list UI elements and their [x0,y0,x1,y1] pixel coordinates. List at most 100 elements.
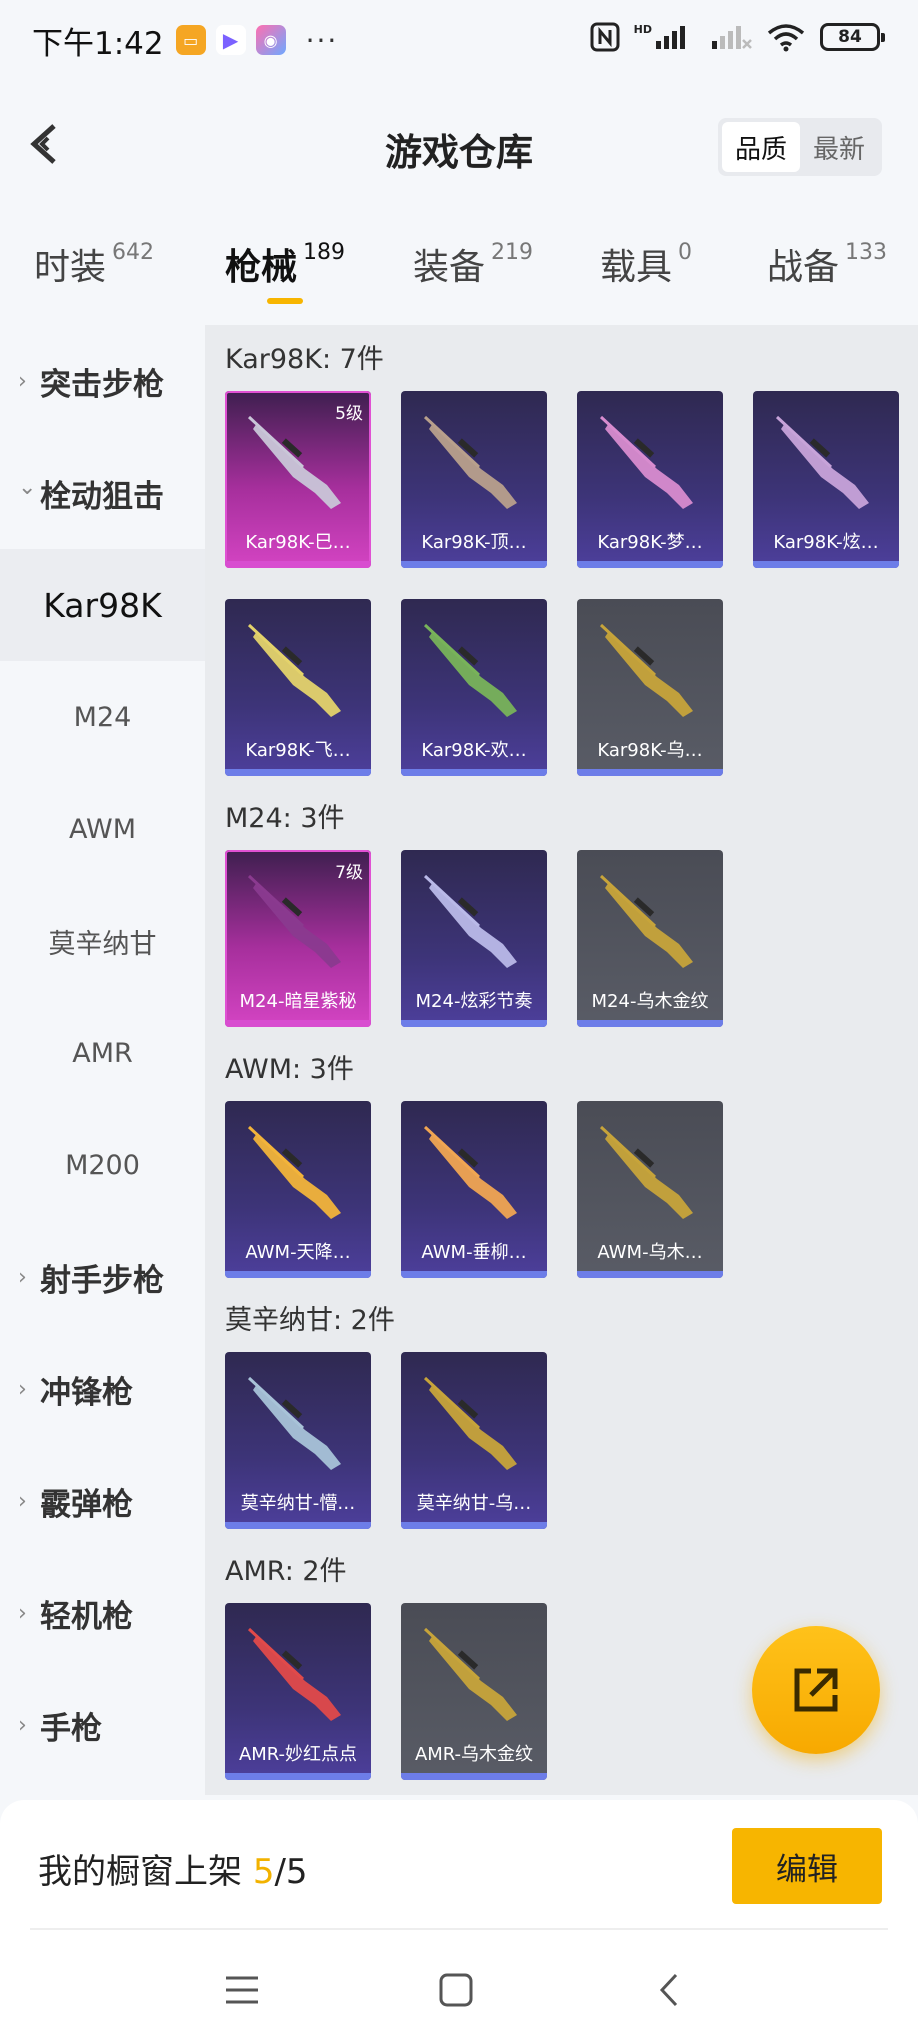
weapon-card[interactable]: 5级 Kar98K-巳… [225,391,371,568]
system-navbar [0,1930,918,2040]
tab-count: 189 [303,240,346,265]
showcase-total: /5 [274,1852,308,1892]
rifle-icon [775,415,869,509]
weapon-type-sidebar: › 突击步枪 ⌄ 栓动狙击 Kar98K M24 AWM 莫辛纳甘 AMR M2… [0,325,205,1795]
tab-count: 219 [491,240,534,265]
tab-vehicles[interactable]: 载具 0 [600,238,692,290]
rifle-icon [599,1125,693,1219]
rarity-bar [401,1773,547,1780]
rifle-icon [423,623,517,717]
sidebar-item-lmg[interactable]: › 轻机枪 [0,1557,205,1669]
weapon-card[interactable]: Kar98K-炫… [753,391,899,568]
weapon-card[interactable]: Kar98K-乌… [577,599,723,776]
group-title: M24: 3件 [225,803,345,834]
rarity-bar [225,1773,371,1780]
rifle-icon [599,415,693,509]
tab-count: 642 [112,240,155,265]
weapon-card[interactable]: M24-乌木金纹 [577,850,723,1027]
tab-label: 装备 [413,247,486,288]
sidebar-item-awm[interactable]: AWM [0,773,205,885]
rarity-bar [401,1522,547,1529]
weapon-card[interactable]: Kar98K-顶… [401,391,547,568]
sort-quality-button[interactable]: 品质 [722,122,800,172]
weapon-card[interactable]: Kar98K-欢… [401,599,547,776]
weapon-name: Kar98K-顶… [421,532,527,553]
sidebar-item-shotgun[interactable]: › 霰弹枪 [0,1445,205,1557]
tab-fashion[interactable]: 时装 642 [34,238,154,290]
sidebar-item-amr[interactable]: AMR [0,997,205,1109]
weapon-card[interactable]: M24-炫彩节奏 [401,850,547,1027]
sort-newest-button[interactable]: 最新 [800,122,878,172]
sidebar-item-kar98k[interactable]: Kar98K [0,549,205,661]
weapon-name: 莫辛纳甘-懵… [240,1493,356,1514]
chevron-right-icon: › [18,1712,27,1738]
menu-icon[interactable] [222,1970,262,2010]
tab-label: 战备 [767,247,840,288]
weapon-name: Kar98K-巳… [245,532,351,553]
hd-network-label: HD [633,22,652,36]
sort-toggle: 品质 最新 [718,118,882,176]
weapon-card[interactable]: AMR-乌木金纹 [401,1603,547,1780]
sidebar-item-label: 轻机枪 [40,1598,133,1635]
game-app-icon: ◉ [255,25,286,55]
battery-level: 84 [838,27,862,47]
sidebar-item-label: 突击步枪 [40,366,164,403]
weapon-name: Kar98K-梦… [597,532,703,553]
rarity-bar [225,769,371,776]
weapon-card[interactable]: AWM-垂柳… [401,1101,547,1278]
weapon-card[interactable]: 7级 M24-暗星紫秘 [225,850,371,1027]
weapon-name: AWM-垂柳… [421,1242,527,1263]
rifle-icon [247,1376,341,1470]
status-time: 下午1:42 [32,25,164,62]
battery-icon: 84 [820,23,885,51]
weapon-card[interactable]: AMR-妙红点点 [225,1603,371,1780]
rifle-icon [423,1627,517,1721]
chevron-down-icon: ⌄ [18,474,37,500]
sidebar-item-smg[interactable]: › 冲锋枪 [0,1333,205,1445]
back-chevron-icon[interactable] [650,1970,690,2010]
sidebar-item-m24[interactable]: M24 [0,661,205,773]
sidebar-item-assault-rifle[interactable]: › 突击步枪 [0,325,205,437]
weapon-card[interactable]: AWM-天降… [225,1101,371,1278]
chevron-right-icon: › [18,1264,27,1290]
share-button[interactable] [752,1626,880,1754]
sidebar-item-m200[interactable]: M200 [0,1109,205,1221]
weapon-card[interactable]: 莫辛纳甘-乌… [401,1352,547,1529]
weapon-name: AMR-乌木金纹 [414,1744,534,1765]
showcase-title: 我的橱窗上架 [38,1852,253,1892]
rarity-bar [225,561,371,568]
rarity-bar [577,1020,723,1027]
weapon-card[interactable]: Kar98K-梦… [577,391,723,568]
sidebar-item-pistol[interactable]: › 手枪 [0,1669,205,1781]
tab-count: 133 [845,240,888,265]
wifi-icon [767,24,805,52]
edit-button[interactable]: 编辑 [732,1828,882,1904]
chevron-right-icon: › [18,368,27,394]
rarity-bar [577,1271,723,1278]
chevron-right-icon: › [18,1600,27,1626]
app-notification-icon: ▭ [175,25,206,55]
tab-firearms[interactable]: 枪械 189 [225,238,345,290]
sidebar-item-mosin[interactable]: 莫辛纳甘 [0,885,205,997]
weapon-name: Kar98K-飞… [245,740,351,761]
active-tab-indicator [267,298,303,304]
weapon-card[interactable]: AWM-乌木… [577,1101,723,1278]
weapon-card[interactable]: 莫辛纳甘-懵… [225,1352,371,1529]
group-title: AWM: 3件 [225,1054,354,1085]
sidebar-item-bolt-sniper[interactable]: ⌄ 栓动狙击 [0,437,205,549]
tab-equipment[interactable]: 装备 219 [413,238,533,290]
rifle-icon [247,623,341,717]
showcase-bar: 我的橱窗上架 5/5 编辑 [0,1800,918,1930]
rarity-bar [753,561,899,568]
rifle-icon [247,1125,341,1219]
rarity-bar [577,561,723,568]
rarity-bar [401,769,547,776]
home-square-icon[interactable] [436,1970,476,2010]
tab-battle-gear[interactable]: 战备 133 [767,238,887,290]
level-badge: 5级 [335,404,363,424]
showcase-label: 我的橱窗上架 5/5 [38,1844,308,1893]
weapon-card[interactable]: Kar98K-飞… [225,599,371,776]
group-title: 莫辛纳甘: 2件 [225,1305,395,1336]
group-title: Kar98K: 7件 [225,344,384,375]
sidebar-item-marksman-rifle[interactable]: › 射手步枪 [0,1221,205,1333]
